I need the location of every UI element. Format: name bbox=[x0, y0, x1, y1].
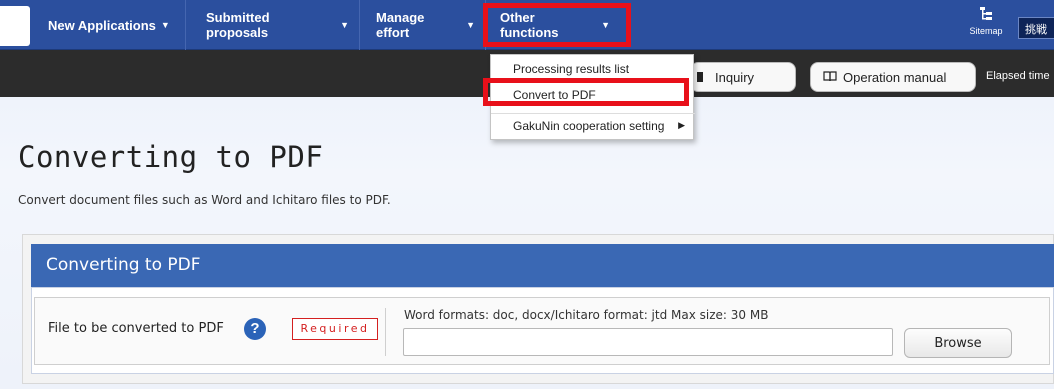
nav-other-functions[interactable]: Other functions ▼ bbox=[490, 0, 620, 50]
caret-down-icon: ▼ bbox=[466, 20, 475, 30]
menu-item-label: GakuNin cooperation setting bbox=[513, 118, 665, 133]
format-hint: Word formats: doc, docx/Ichitaro format:… bbox=[404, 308, 769, 322]
required-badge: Required bbox=[292, 318, 378, 340]
caret-down-icon: ▼ bbox=[340, 20, 349, 30]
sitemap-button[interactable]: Sitemap bbox=[966, 6, 1006, 46]
page-description: Convert document files such as Word and … bbox=[18, 193, 391, 207]
file-field-label: File to be converted to PDF bbox=[48, 321, 224, 336]
caret-down-icon: ▼ bbox=[160, 20, 170, 30]
menu-item-gakunin-setting[interactable]: GakuNin cooperation setting ▶ bbox=[491, 113, 695, 137]
sitemap-icon bbox=[966, 6, 1006, 26]
challenge-button[interactable]: 挑戦 bbox=[1018, 17, 1054, 39]
page-title: Converting to PDF bbox=[18, 140, 324, 174]
manual-label: Operation manual bbox=[843, 69, 947, 85]
nav-submitted-proposals[interactable]: Submitted proposals ▼ bbox=[196, 0, 360, 50]
menu-item-label: Processing results list bbox=[513, 62, 630, 76]
nav-label: Other functions bbox=[500, 10, 559, 40]
menu-item-label: Convert to PDF bbox=[513, 88, 596, 102]
nav-label: New Applications bbox=[48, 17, 156, 33]
inquiry-label: Inquiry bbox=[715, 69, 755, 85]
book-icon bbox=[823, 69, 837, 85]
other-functions-dropdown: Processing results list Convert to PDF G… bbox=[490, 54, 695, 140]
elapsed-time-label: Elapsed time bbox=[986, 70, 1050, 82]
nav-label: Submitted proposals bbox=[206, 10, 270, 40]
chevron-right-icon: ▶ bbox=[678, 120, 685, 130]
menu-item-convert-to-pdf[interactable]: Convert to PDF bbox=[491, 83, 695, 107]
top-nav-bar: New Applications ▼ Submitted proposals ▼… bbox=[0, 0, 1054, 50]
inquiry-button[interactable]: Inquiry bbox=[690, 62, 796, 92]
operation-manual-button[interactable]: Operation manual bbox=[810, 62, 976, 92]
divider bbox=[385, 308, 386, 356]
sitemap-label: Sitemap bbox=[969, 26, 1003, 36]
menu-item-processing-results[interactable]: Processing results list bbox=[491, 57, 695, 81]
inquiry-icon bbox=[697, 72, 703, 82]
question-icon[interactable]: ? bbox=[244, 318, 266, 340]
panel-header: Converting to PDF bbox=[31, 244, 1054, 287]
nav-label: Manage effort bbox=[376, 10, 425, 40]
nav-new-applications[interactable]: New Applications ▼ bbox=[38, 0, 186, 50]
logo-tab bbox=[0, 6, 30, 46]
nav-manage-effort[interactable]: Manage effort ▼ bbox=[366, 0, 486, 50]
browse-button[interactable]: Browse bbox=[904, 328, 1012, 358]
file-path-field[interactable] bbox=[403, 328, 893, 356]
caret-down-icon: ▼ bbox=[601, 20, 610, 30]
